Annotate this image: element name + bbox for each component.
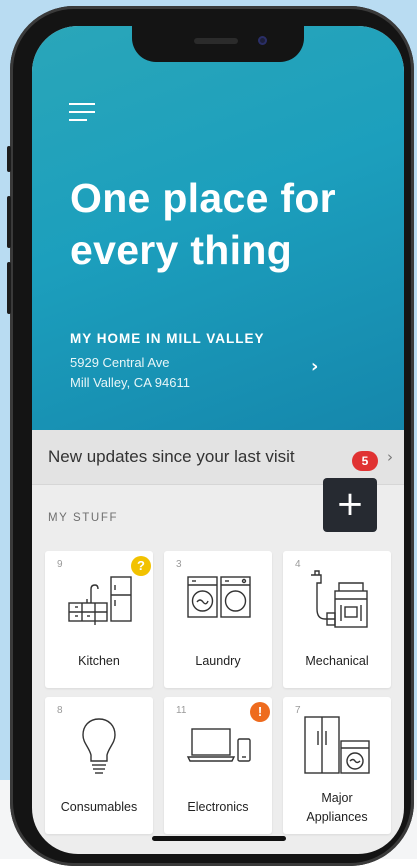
item-count: 4	[295, 559, 301, 570]
mute-switch	[7, 146, 11, 172]
category-tile-electronics[interactable]: 11 ! Electronics	[164, 697, 272, 834]
category-label: Consumables	[60, 800, 138, 814]
kitchen-icon	[68, 576, 132, 625]
address-line-2: Mill Valley, CA 94611	[70, 375, 190, 390]
category-tile-kitchen[interactable]: 9 ? Kitchen	[45, 551, 153, 688]
major-appliances-icon	[304, 716, 370, 774]
category-tile-laundry[interactable]: 3 Laundry	[164, 551, 272, 688]
item-count: 9	[57, 559, 63, 570]
updates-banner[interactable]: New updates since your last visit 5 ›	[32, 430, 404, 485]
item-count: 11	[176, 705, 187, 716]
item-count: 3	[176, 559, 182, 570]
laundry-icon	[187, 576, 251, 618]
hero-title: One place for every thing	[70, 172, 390, 276]
hero-header: One place for every thing MY HOME IN MIL…	[32, 26, 404, 430]
hamburger-menu-icon[interactable]	[69, 103, 95, 123]
category-tile-consumables[interactable]: 8 Consumables	[45, 697, 153, 834]
volume-up-button	[7, 196, 11, 248]
home-address: 5929 Central Ave Mill Valley, CA 94611	[70, 353, 370, 393]
electronics-icon	[186, 728, 251, 762]
category-label: Major Appliances	[283, 789, 391, 827]
mechanical-icon	[311, 570, 368, 628]
chevron-right-icon[interactable]: ›	[311, 356, 318, 377]
category-label: Mechanical	[305, 654, 369, 668]
category-label: Electronics	[187, 800, 249, 814]
lightbulb-icon	[82, 718, 116, 774]
alert-flag-icon: !	[250, 702, 270, 722]
home-name: MY HOME IN MILL VALLEY	[70, 331, 265, 346]
item-count: 8	[57, 705, 63, 716]
front-camera	[258, 36, 267, 45]
chevron-right-icon: ›	[387, 448, 393, 466]
home-indicator[interactable]	[152, 836, 286, 841]
updates-count-badge: 5	[352, 451, 378, 471]
category-label-line-1: Major	[321, 791, 353, 805]
updates-text: New updates since your last visit	[48, 447, 295, 466]
category-label: Laundry	[195, 654, 241, 668]
hero-title-line-2: every thing	[70, 227, 293, 273]
question-flag-icon: ?	[131, 556, 151, 576]
speaker-grille	[194, 38, 238, 44]
hero-title-line-1: One place for	[70, 175, 336, 221]
notch	[132, 26, 304, 62]
phone-frame: One place for every thing MY HOME IN MIL…	[7, 6, 414, 866]
category-tile-major-appliances[interactable]: 7 Major Appliances	[283, 697, 391, 834]
phone-screen: One place for every thing MY HOME IN MIL…	[32, 26, 404, 854]
my-stuff-heading: MY STUFF	[48, 512, 119, 524]
address-line-1: 5929 Central Ave	[70, 355, 170, 370]
category-tile-mechanical[interactable]: 4 Mechanical	[283, 551, 391, 688]
item-count: 7	[295, 705, 301, 716]
home-selector[interactable]: MY HOME IN MILL VALLEY 5929 Central Ave …	[70, 331, 370, 401]
add-item-button[interactable]: +	[323, 478, 377, 532]
volume-down-button	[7, 262, 11, 314]
category-label-line-2: Appliances	[306, 810, 368, 824]
category-label: Kitchen	[78, 654, 120, 668]
